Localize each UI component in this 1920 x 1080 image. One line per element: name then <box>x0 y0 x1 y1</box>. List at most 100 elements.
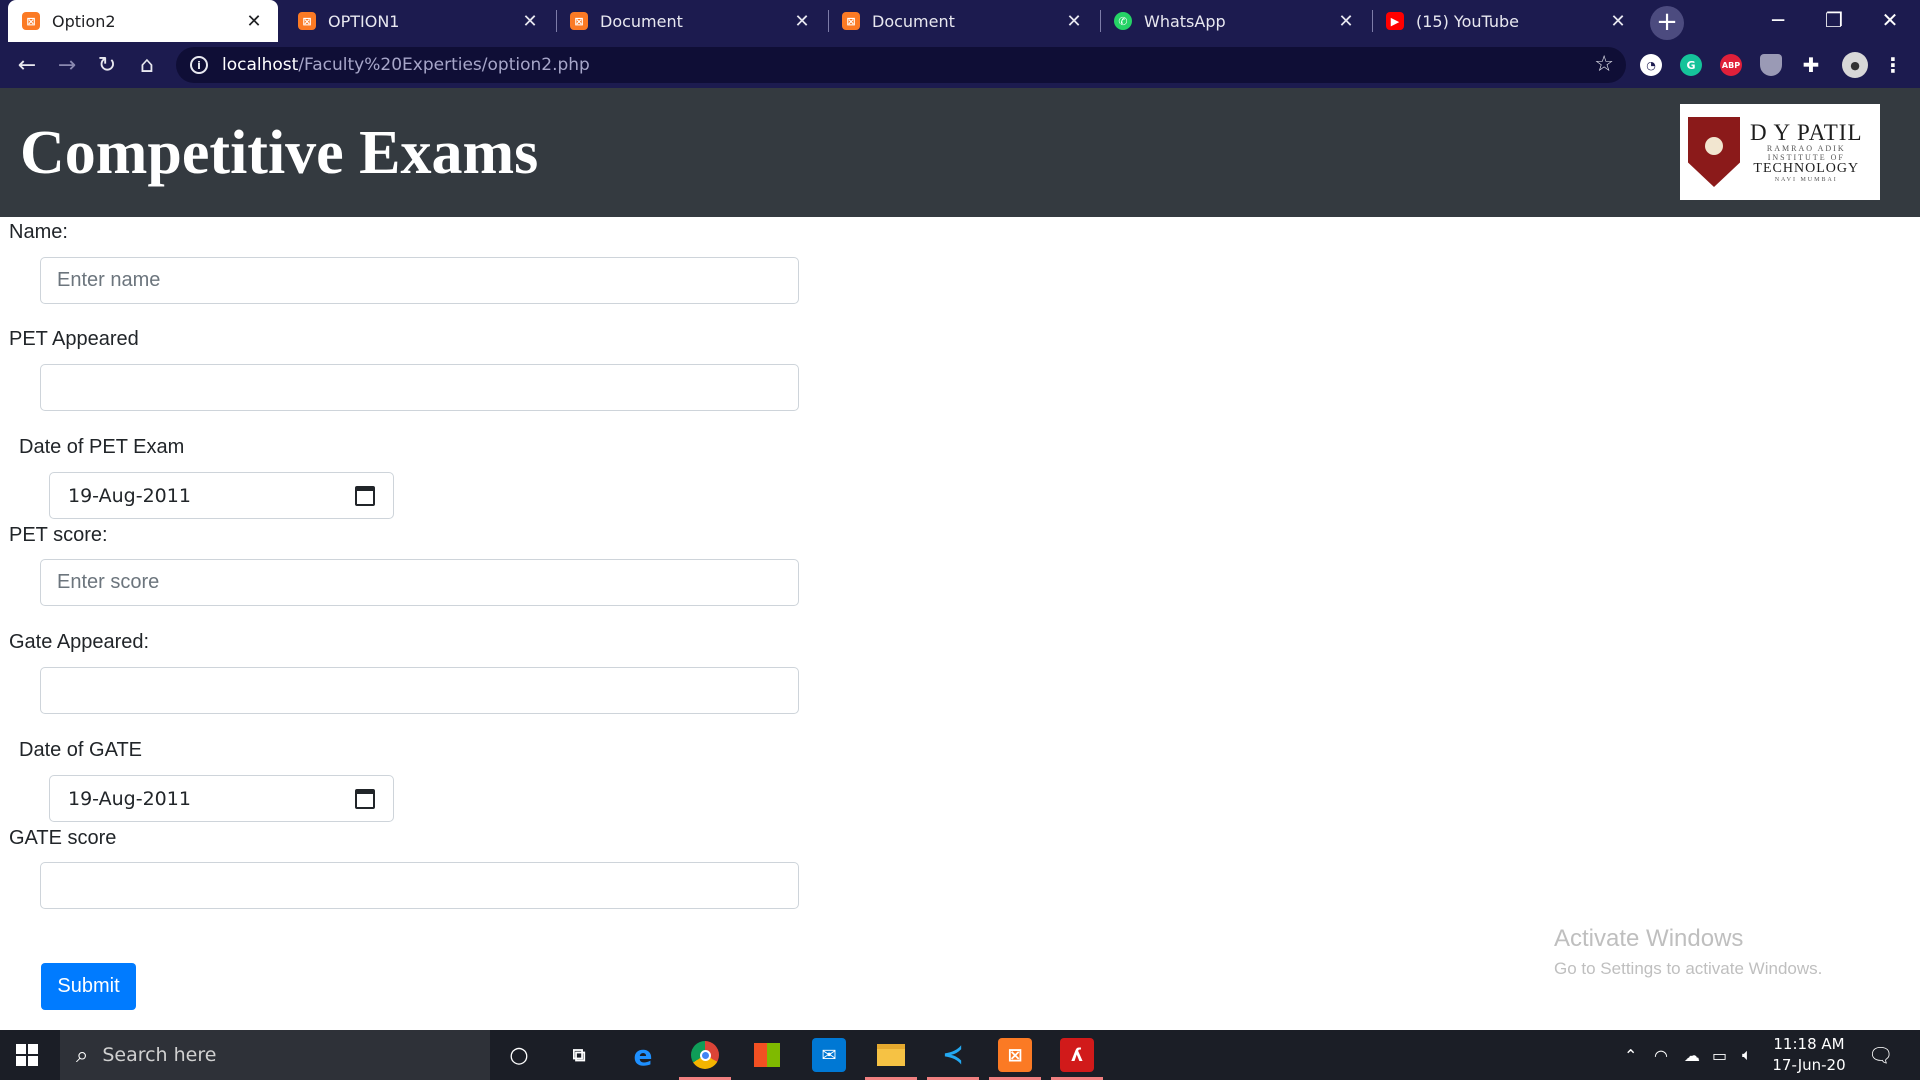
institute-logo: D Y PATIL RAMRAO ADIK INSTITUTE OF TECHN… <box>1680 104 1880 200</box>
tab-youtube[interactable]: ▶ (15) YouTube ✕ <box>1372 0 1642 42</box>
browser-toolbar: ← → ↻ ⌂ i localhost/Faculty%20Experties/… <box>0 42 1920 88</box>
forward-arrow-icon[interactable]: → <box>50 48 84 82</box>
clock-time: 11:18 AM <box>1773 1035 1845 1053</box>
xampp-icon: ⊠ <box>570 12 588 30</box>
adblock-plus-icon[interactable]: ABP <box>1720 54 1742 76</box>
close-icon[interactable]: ✕ <box>1064 11 1084 32</box>
crest-icon <box>1688 117 1740 187</box>
windows-taskbar: ⌕ Search here ○ ⧉ e ✉ ≺ ⊠ ʎ ⌃ ◠ ☁ ▭ 🔈︎ 1… <box>0 1030 1920 1080</box>
pet-date-label: Date of PET Exam <box>19 436 185 458</box>
pet-date-value: 19-Aug-2011 <box>68 484 191 507</box>
close-icon[interactable]: ✕ <box>792 11 812 32</box>
pet-score-input[interactable] <box>40 559 799 606</box>
tab-title: WhatsApp <box>1144 11 1226 31</box>
tab-whatsapp[interactable]: ✆ WhatsApp ✕ <box>1100 0 1370 42</box>
watermark-subtitle: Go to Settings to activate Windows. <box>1554 959 1823 978</box>
new-tab-button[interactable]: + <box>1650 6 1684 40</box>
store-icon[interactable] <box>750 1038 784 1072</box>
tab-title: Document <box>872 11 955 31</box>
speedometer-extension-icon[interactable]: ◔ <box>1640 54 1662 76</box>
xampp-icon: ⊠ <box>22 12 40 30</box>
browser-tab-strip: ⊠ Option2 ✕ ⊠ OPTION1 ✕ ⊠ Document ✕ ⊠ D… <box>0 0 1920 42</box>
tab-document-1[interactable]: ⊠ Document ✕ <box>556 0 826 42</box>
name-label: Name: <box>9 221 68 243</box>
edge-icon[interactable]: e <box>626 1038 660 1072</box>
tab-option2[interactable]: ⊠ Option2 ✕ <box>8 0 278 42</box>
gate-date-input[interactable]: 19-Aug-2011 <box>49 775 394 822</box>
calendar-icon[interactable] <box>355 788 375 809</box>
shield-extension-icon[interactable] <box>1760 54 1782 76</box>
tab-document-2[interactable]: ⊠ Document ✕ <box>828 0 1098 42</box>
back-arrow-icon[interactable]: ← <box>10 48 44 82</box>
acrobat-icon[interactable]: ʎ <box>1060 1038 1094 1072</box>
page-header: Competitive Exams D Y PATIL RAMRAO ADIK … <box>0 88 1920 217</box>
tab-title: (15) YouTube <box>1416 11 1519 31</box>
volume-icon[interactable]: 🔈︎ <box>1742 1030 1752 1080</box>
logo-line4: TECHNOLOGY <box>1753 160 1860 176</box>
windows-start-icon[interactable] <box>16 1044 38 1066</box>
chrome-icon[interactable] <box>688 1038 722 1072</box>
url-host: localhost <box>222 55 299 75</box>
url-text: localhost/Faculty%20Experties/option2.ph… <box>222 55 590 75</box>
battery-icon[interactable]: ▭ <box>1712 1030 1727 1080</box>
address-bar[interactable]: i localhost/Faculty%20Experties/option2.… <box>176 47 1626 83</box>
reload-icon[interactable]: ↻ <box>90 48 124 82</box>
close-icon[interactable]: ✕ <box>520 11 540 32</box>
gate-date-label: Date of GATE <box>19 739 143 761</box>
close-window-button[interactable]: ✕ <box>1862 0 1918 40</box>
tab-title: Option2 <box>52 11 116 31</box>
vscode-icon[interactable]: ≺ <box>936 1038 970 1072</box>
xampp-icon: ⊠ <box>842 12 860 30</box>
name-input[interactable] <box>40 257 799 304</box>
taskbar-search-box[interactable]: ⌕ Search here <box>60 1030 490 1080</box>
taskbar-search-placeholder: Search here <box>102 1044 217 1066</box>
extensions-puzzle-icon[interactable]: ✚ <box>1800 53 1822 77</box>
xampp-icon[interactable]: ⊠ <box>998 1038 1032 1072</box>
submit-button[interactable]: Submit <box>41 963 136 1010</box>
search-icon: ⌕ <box>76 1042 89 1068</box>
logo-line1: D Y PATIL <box>1750 120 1863 146</box>
watermark-title: Activate Windows <box>1554 925 1744 952</box>
pet-date-input[interactable]: 19-Aug-2011 <box>49 472 394 519</box>
page-title: Competitive Exams <box>20 119 539 187</box>
gate-appeared-label: Gate Appeared: <box>9 631 150 653</box>
file-explorer-icon[interactable] <box>874 1038 908 1072</box>
tab-option1[interactable]: ⊠ OPTION1 ✕ <box>284 0 554 42</box>
pet-appeared-label: PET Appeared <box>9 328 139 350</box>
onedrive-cloud-icon[interactable]: ☁ <box>1684 1030 1700 1080</box>
wifi-icon[interactable]: ◠ <box>1654 1030 1668 1080</box>
close-icon[interactable]: ✕ <box>1608 11 1628 32</box>
profile-avatar[interactable]: ● <box>1842 52 1868 78</box>
url-path: /Faculty%20Experties/option2.php <box>298 55 590 75</box>
gate-score-label: GATE score <box>9 827 117 849</box>
clock-date: 17-Jun-20 <box>1772 1056 1846 1074</box>
notifications-icon[interactable]: 🗨︎ <box>1868 1030 1893 1080</box>
xampp-icon: ⊠ <box>298 12 316 30</box>
info-icon[interactable]: i <box>190 56 208 74</box>
close-icon[interactable]: ✕ <box>1336 11 1356 32</box>
logo-line5: NAVI MUMBAI <box>1774 176 1838 183</box>
pet-score-label: PET score: <box>9 524 108 546</box>
bookmark-star-icon[interactable]: ☆ <box>1594 52 1614 77</box>
logo-text: D Y PATIL RAMRAO ADIK INSTITUTE OF TECHN… <box>1750 120 1863 183</box>
show-hidden-icons-chevron[interactable]: ⌃ <box>1624 1030 1637 1080</box>
tab-title: OPTION1 <box>328 11 400 31</box>
taskbar-clock[interactable]: 11:18 AM 17-Jun-20 <box>1764 1034 1854 1076</box>
pet-appeared-input[interactable] <box>40 364 799 411</box>
gate-appeared-input[interactable] <box>40 667 799 714</box>
grammarly-icon[interactable]: G <box>1680 54 1702 76</box>
tab-title: Document <box>600 11 683 31</box>
close-icon[interactable]: ✕ <box>244 11 264 32</box>
activate-windows-watermark: Activate Windows Go to Settings to activ… <box>1554 925 1822 979</box>
outlook-icon[interactable]: ✉ <box>812 1038 846 1072</box>
restore-button[interactable]: ❐ <box>1806 0 1862 40</box>
youtube-icon: ▶ <box>1386 12 1404 30</box>
cortana-icon[interactable]: ○ <box>502 1038 536 1072</box>
gate-score-input[interactable] <box>40 862 799 909</box>
menu-kebab-icon[interactable]: ⋮ <box>1882 53 1904 77</box>
home-icon[interactable]: ⌂ <box>130 48 164 82</box>
task-view-icon[interactable]: ⧉ <box>562 1038 596 1072</box>
minimize-button[interactable]: ─ <box>1750 0 1806 40</box>
calendar-icon[interactable] <box>355 485 375 506</box>
gate-date-value: 19-Aug-2011 <box>68 787 191 810</box>
